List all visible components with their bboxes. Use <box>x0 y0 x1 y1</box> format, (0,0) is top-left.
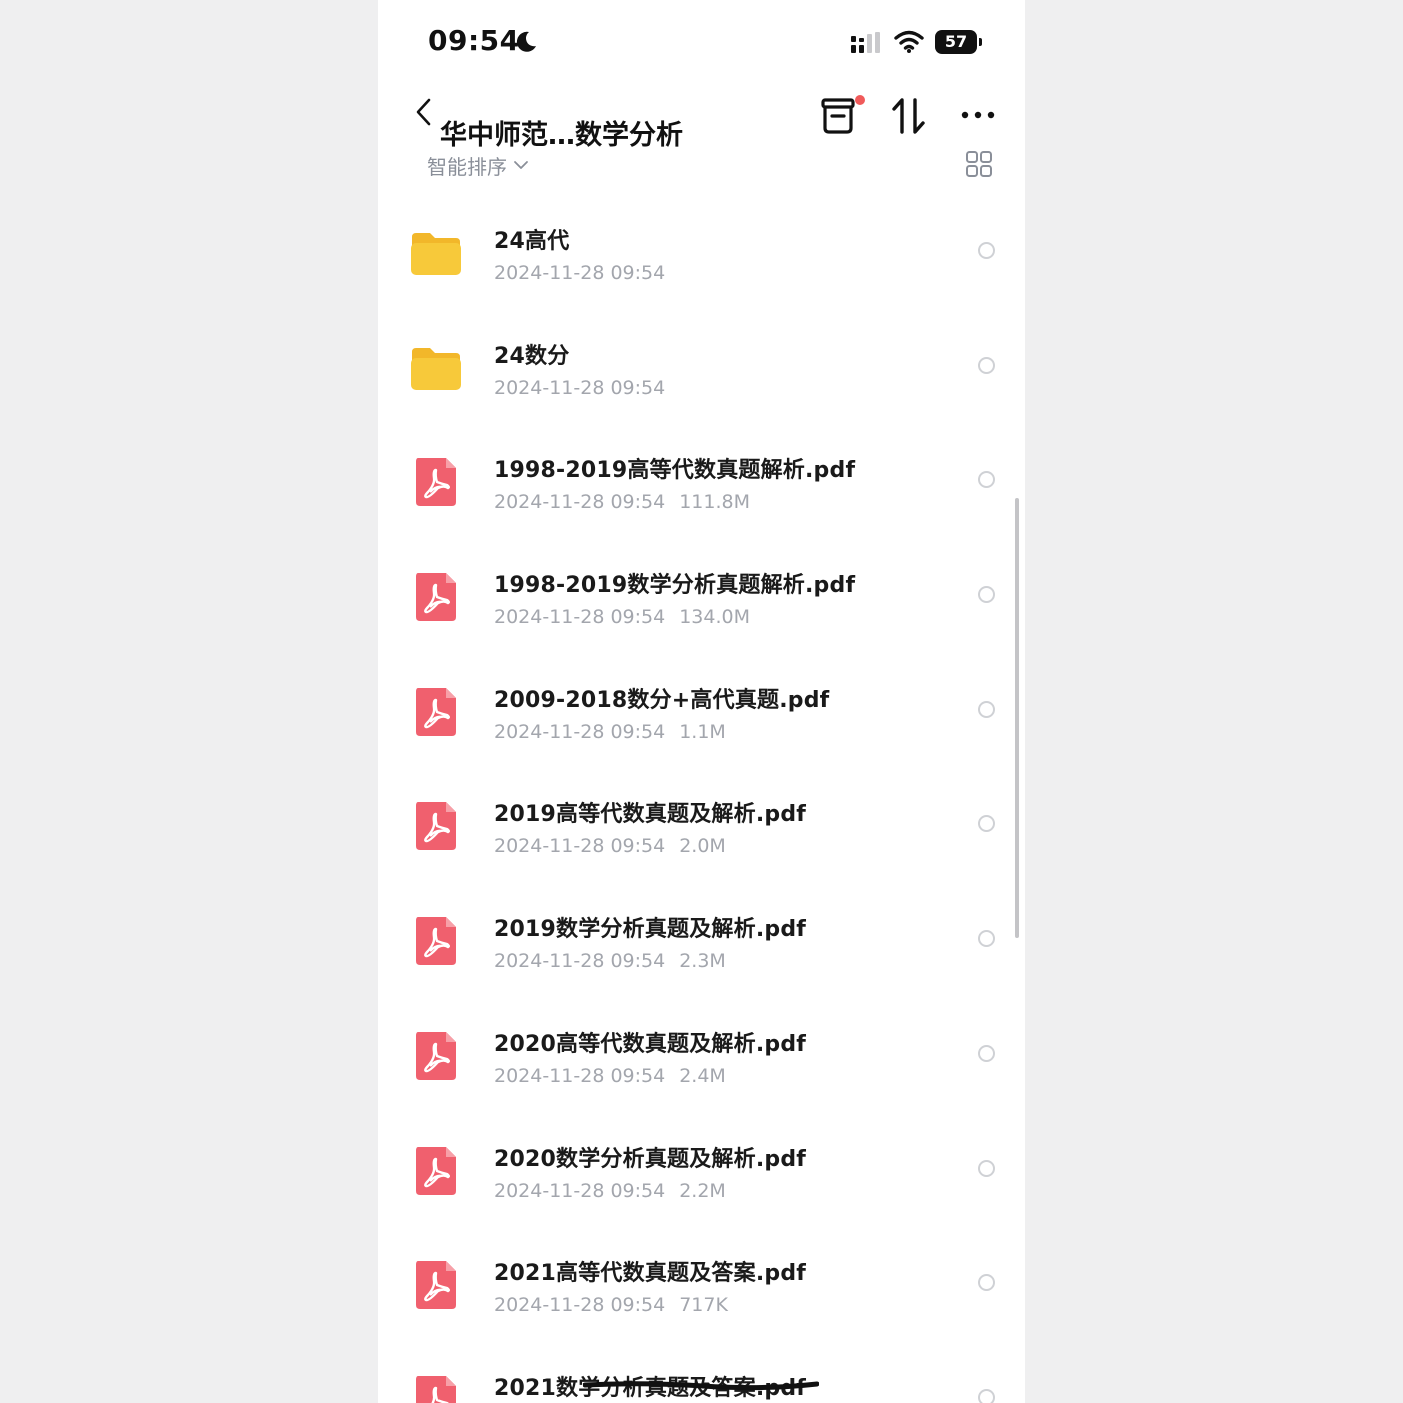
file-row[interactable]: 2021数学分析真题及答案.pdf <box>378 1342 1025 1403</box>
file-size: 2.4M <box>679 1064 726 1087</box>
select-radio[interactable] <box>978 700 995 718</box>
wifi-icon <box>894 30 924 53</box>
file-row[interactable]: 24数分 2024-11-28 09:54 <box>378 310 1025 425</box>
file-date: 2024-11-28 09:54 <box>494 491 666 514</box>
file-row[interactable]: 24高代 2024-11-28 09:54 <box>378 195 1025 310</box>
file-size: 2.0M <box>679 835 726 858</box>
file-name: 24数分 <box>494 343 570 369</box>
file-date: 2024-11-28 09:54 <box>494 835 666 858</box>
battery-tip <box>979 38 982 46</box>
trash-icon[interactable] <box>820 94 868 138</box>
file-size: 111.8M <box>679 491 751 514</box>
select-radio[interactable] <box>978 1044 995 1062</box>
file-row[interactable]: 1998-2019高等代数真题解析.pdf 2024-11-28 09:54 11… <box>378 424 1025 539</box>
file-size: 1.1M <box>679 720 726 743</box>
select-radio[interactable] <box>978 586 995 604</box>
file-date: 2024-11-28 09:54 <box>494 606 666 629</box>
file-name: 2020数学分析真题及解析.pdf <box>494 1146 807 1172</box>
status-time: 09:54 <box>428 24 520 57</box>
file-list: 24高代 2024-11-28 09:54 24数分 2024-11-28 09… <box>378 195 1025 1403</box>
file-size: 717K <box>679 1294 728 1317</box>
file-date: 2024-11-28 09:54 <box>494 1179 666 1202</box>
file-meta: 2024-11-28 09:54 717K <box>494 1294 728 1316</box>
pdf-icon <box>416 458 456 507</box>
select-radio[interactable] <box>978 815 995 833</box>
page-title: 华中师范…数学分析 <box>440 120 683 151</box>
sort-dropdown[interactable]: 智能排序 <box>427 150 529 180</box>
file-meta: 2024-11-28 09:54 <box>494 377 665 399</box>
file-meta: 2024-11-28 09:54 134.0M <box>494 606 750 628</box>
file-date: 2024-11-28 09:54 <box>494 376 666 399</box>
moon-icon <box>516 31 536 52</box>
file-date: 2024-11-28 09:54 <box>494 1294 666 1317</box>
more-horizontal-icon[interactable] <box>960 104 996 126</box>
file-row[interactable]: 2009-2018数分+高代真题.pdf 2024-11-28 09:54 1.1… <box>378 654 1025 769</box>
file-row[interactable]: 2019数学分析真题及解析.pdf 2024-11-28 09:54 2.3M <box>378 883 1025 998</box>
select-radio[interactable] <box>978 1159 995 1177</box>
pdf-icon <box>416 917 456 966</box>
file-name: 1998-2019数学分析真题解析.pdf <box>494 573 856 599</box>
file-meta: 2024-11-28 09:54 111.8M <box>494 491 750 513</box>
file-row[interactable]: 2021高等代数真题及答案.pdf 2024-11-28 09:54 717K <box>378 1227 1025 1342</box>
battery-indicator: 57 <box>935 30 977 54</box>
chevron-down-icon <box>514 161 528 169</box>
file-date: 2024-11-28 09:54 <box>494 1064 666 1087</box>
file-meta: 2024-11-28 09:54 2.4M <box>494 1065 726 1087</box>
select-radio[interactable] <box>978 930 995 948</box>
file-name: 2019数学分析真题及解析.pdf <box>494 917 807 943</box>
file-name: 2020高等代数真题及解析.pdf <box>494 1031 807 1057</box>
file-meta: 2024-11-28 09:54 1.1M <box>494 721 726 743</box>
file-meta: 2024-11-28 09:54 2.0M <box>494 835 726 857</box>
pdf-icon <box>416 1261 456 1310</box>
file-meta: 2024-11-28 09:54 <box>494 262 665 284</box>
file-row[interactable]: 2020数学分析真题及解析.pdf 2024-11-28 09:54 2.2M <box>378 1113 1025 1228</box>
file-size: 134.0M <box>679 606 751 629</box>
pdf-icon <box>416 687 456 736</box>
grid-view-icon[interactable] <box>965 150 993 178</box>
select-radio[interactable] <box>978 1388 995 1403</box>
pdf-icon <box>416 1375 456 1403</box>
select-radio[interactable] <box>978 242 995 259</box>
file-row[interactable]: 2019高等代数真题及解析.pdf 2024-11-28 09:54 2.0M <box>378 768 1025 883</box>
folder-icon <box>411 233 461 275</box>
sort-label: 智能排序 <box>427 154 507 179</box>
file-name: 2021高等代数真题及答案.pdf <box>494 1261 807 1287</box>
file-name: 1998-2019高等代数真题解析.pdf <box>494 458 856 484</box>
select-radio[interactable] <box>978 1274 995 1292</box>
pdf-icon <box>416 573 456 622</box>
select-radio[interactable] <box>978 356 995 374</box>
file-meta: 2024-11-28 09:54 2.3M <box>494 950 726 972</box>
file-date: 2024-11-28 09:54 <box>494 262 666 284</box>
file-row[interactable]: 1998-2019数学分析真题解析.pdf 2024-11-28 09:54 13… <box>378 539 1025 654</box>
phone-screen: 09:54 57 华中师范…数学分析 智能排序 24高代 2024-11-28 … <box>378 0 1025 1403</box>
pdf-icon <box>416 802 456 851</box>
file-date: 2024-11-28 09:54 <box>494 950 666 973</box>
file-size: 2.3M <box>679 950 726 973</box>
select-radio[interactable] <box>978 471 995 489</box>
pdf-icon <box>416 1146 456 1195</box>
file-name: 24高代 <box>494 229 570 254</box>
scrollbar[interactable] <box>1015 498 1019 938</box>
file-name: 2009-2018数分+高代真题.pdf <box>494 687 830 713</box>
signal-icon <box>851 32 880 53</box>
chevron-left-icon[interactable] <box>412 96 436 130</box>
redaction-scribble <box>583 1381 819 1391</box>
pdf-icon <box>416 1031 456 1080</box>
folder-icon <box>411 347 461 390</box>
file-name: 2019高等代数真题及解析.pdf <box>494 802 807 828</box>
file-meta: 2024-11-28 09:54 2.2M <box>494 1180 726 1202</box>
file-size: 2.2M <box>679 1179 726 1202</box>
file-row[interactable]: 2020高等代数真题及解析.pdf 2024-11-28 09:54 2.4M <box>378 998 1025 1113</box>
file-date: 2024-11-28 09:54 <box>494 720 666 743</box>
sort-arrows-icon[interactable] <box>891 96 927 136</box>
